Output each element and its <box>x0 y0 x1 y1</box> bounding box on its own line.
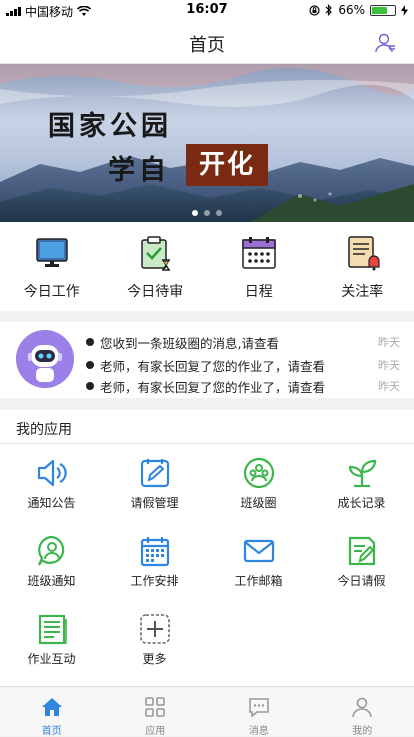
app-work-mailbox[interactable]: 工作邮箱 <box>207 522 310 600</box>
report-bell-icon <box>343 234 381 272</box>
app-growth-record[interactable]: 成长记录 <box>310 444 413 522</box>
carousel-dot[interactable] <box>216 210 222 216</box>
tab-messages[interactable]: 消息 <box>207 687 311 736</box>
bullet <box>86 382 94 390</box>
app-label: 今日请假 <box>310 572 413 589</box>
chat-icon <box>247 695 271 719</box>
robot-avatar <box>16 330 74 388</box>
bullet <box>86 338 94 346</box>
page-title: 首页 <box>0 31 414 57</box>
app-class-notice[interactable]: 班级通知 <box>0 522 103 600</box>
carousel-dot[interactable] <box>204 210 210 216</box>
tab-profile[interactable]: 我的 <box>311 687 414 736</box>
charging-icon <box>401 5 408 16</box>
tab-label: 我的 <box>311 722 414 737</box>
home-icon <box>40 695 64 719</box>
app-leave-management[interactable]: 请假管理 <box>103 444 206 522</box>
nav-bar: 首页 <box>0 20 414 64</box>
app-label: 班级圈 <box>207 494 310 511</box>
tab-bar: 首页 应用 消息 我的 <box>0 686 414 736</box>
battery-icon <box>370 5 396 16</box>
monitor-icon <box>33 234 71 272</box>
message-feed[interactable]: 您收到一条班级圈的消息,请查看 昨天 老师，有家长回复了您的作业了，请查看 昨天… <box>0 322 414 398</box>
lock-rotation-icon <box>309 5 320 16</box>
app-label: 工作安排 <box>103 572 206 589</box>
status-bar: 中国移动 16:07 66% <box>0 0 414 20</box>
carousel-indicator[interactable] <box>0 210 414 216</box>
quick-label: 关注率 <box>311 281 414 301</box>
banner-carousel[interactable]: 国家公园 学自 开化 <box>0 64 414 222</box>
message-item[interactable]: 老师，有家长回复了您的作业了，请查看 昨天 <box>86 376 406 396</box>
app-homework[interactable]: 作业互动 <box>0 600 103 678</box>
status-right: 66% <box>309 3 408 17</box>
calendar-grid-icon <box>138 534 172 568</box>
message-time: 昨天 <box>356 357 400 373</box>
calendar-icon <box>240 234 278 272</box>
app-class-circle[interactable]: 班级圈 <box>207 444 310 522</box>
app-more[interactable]: 更多 <box>103 600 206 678</box>
quick-actions: 今日工作 今日待审 日程 关注率 <box>0 222 414 311</box>
quick-today-review[interactable]: 今日待审 <box>104 222 208 311</box>
tab-label: 首页 <box>0 722 104 737</box>
bullet <box>86 361 94 369</box>
message-time: 昨天 <box>356 334 400 350</box>
speaker-icon <box>35 456 69 490</box>
plus-icon <box>138 612 172 646</box>
message-text: 老师，有家长回复了您的作业了，请查看 <box>100 356 356 375</box>
quick-label: 今日待审 <box>104 281 208 301</box>
section-heading: 我的应用 <box>16 419 72 439</box>
person-bubble-icon <box>35 534 69 568</box>
battery-percent: 66% <box>338 3 365 17</box>
app-notice[interactable]: 通知公告 <box>0 444 103 522</box>
app-work-arrangement[interactable]: 工作安排 <box>103 522 206 600</box>
app-label: 班级通知 <box>0 572 103 589</box>
mail-icon <box>242 534 276 568</box>
robot-icon <box>16 330 74 388</box>
profile-icon <box>350 695 374 719</box>
quick-label: 日程 <box>207 281 311 301</box>
carousel-dot[interactable] <box>192 210 198 216</box>
user-icon[interactable] <box>374 32 396 54</box>
grid-icon <box>143 695 167 719</box>
banner-title-line2: 学自 <box>108 148 170 187</box>
tab-apps[interactable]: 应用 <box>104 687 208 736</box>
app-label: 成长记录 <box>310 494 413 511</box>
tab-home[interactable]: 首页 <box>0 687 104 736</box>
tab-label: 应用 <box>104 722 208 737</box>
my-apps-section: 我的应用 通知公告 请假管理 <box>0 410 414 686</box>
message-text: 您收到一条班级圈的消息,请查看 <box>100 333 356 352</box>
banner-title-line1: 国家公园 <box>48 104 172 143</box>
sprout-icon <box>345 456 379 490</box>
app-label: 工作邮箱 <box>207 572 310 589</box>
app-label: 通知公告 <box>0 494 103 511</box>
tab-label: 消息 <box>207 722 311 737</box>
homework-doc-icon <box>35 612 69 646</box>
quick-schedule[interactable]: 日程 <box>207 222 311 311</box>
group-circle-icon <box>242 456 276 490</box>
app-label: 更多 <box>103 650 206 667</box>
message-time: 昨天 <box>356 378 400 394</box>
app-label: 请假管理 <box>103 494 206 511</box>
banner-seal-text: 开化 <box>186 144 268 186</box>
app-label: 作业互动 <box>0 650 103 667</box>
quick-attention-rate[interactable]: 关注率 <box>311 222 414 311</box>
quick-today-work[interactable]: 今日工作 <box>0 222 104 311</box>
message-item[interactable]: 您收到一条班级圈的消息,请查看 昨天 <box>86 332 406 352</box>
app-today-leave[interactable]: 今日请假 <box>310 522 413 600</box>
leave-doc-icon <box>345 534 379 568</box>
banner-landscape-image <box>0 64 414 222</box>
edit-board-icon <box>138 456 172 490</box>
quick-label: 今日工作 <box>0 281 104 301</box>
clipboard-check-icon <box>136 234 174 272</box>
bluetooth-icon <box>325 4 333 16</box>
message-text: 老师，有家长回复了您的作业了，请查看 <box>100 377 356 396</box>
message-item[interactable]: 老师，有家长回复了您的作业了，请查看 昨天 <box>86 355 406 375</box>
